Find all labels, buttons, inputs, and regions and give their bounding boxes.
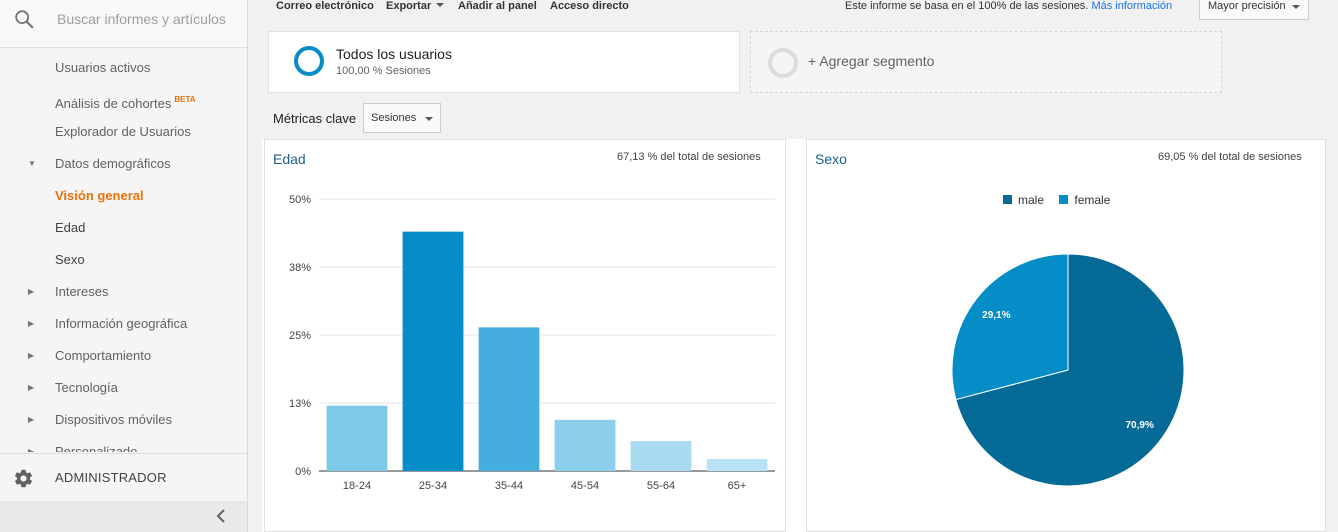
export-button[interactable]: Exportar xyxy=(386,0,445,12)
gender-panel-pct: 69,05 % del total de sesiones xyxy=(1158,151,1302,163)
search-input[interactable] xyxy=(57,9,237,29)
caret-down-icon xyxy=(1292,5,1300,9)
sidebar-item-custom[interactable]: ▶ Personalizado xyxy=(0,440,247,452)
sidebar-item-mobile[interactable]: ▶ Dispositivos móviles xyxy=(0,404,247,436)
sidebar-item-technology[interactable]: ▶ Tecnología xyxy=(0,372,247,404)
admin-button[interactable]: ADMINISTRADOR xyxy=(0,453,247,501)
x-tick-label: 25-34 xyxy=(419,480,447,492)
gender-pie-chart: 70,9% 29,1% xyxy=(951,253,1185,487)
bar-18-24[interactable] xyxy=(326,405,388,471)
collapse-sidebar-button[interactable] xyxy=(0,501,247,532)
admin-label: ADMINISTRADOR xyxy=(55,470,167,485)
x-tick-label: 18-24 xyxy=(343,480,371,492)
segment-all-users[interactable]: Todos los usuarios 100,00 % Sesiones xyxy=(268,31,740,93)
gender-panel: Sexo 69,05 % del total de sesiones male … xyxy=(806,139,1326,532)
age-bar-chart: 50% 38% 25% 13% 0% 18-24 25-34 35-44 45-54 55-64 6… xyxy=(289,194,775,492)
sidebar-item-gender[interactable]: Sexo xyxy=(0,244,247,276)
bar-65+[interactable] xyxy=(706,459,768,471)
legend-swatch xyxy=(1003,195,1012,204)
gender-legend: male female xyxy=(1003,193,1122,207)
bar-55-64[interactable] xyxy=(630,441,692,471)
y-tick-label: 38% xyxy=(289,262,311,274)
y-tick-label: 25% xyxy=(289,330,311,342)
x-tick-label: 55-64 xyxy=(647,480,675,492)
empty-segment-ring-icon xyxy=(768,48,798,78)
sidebar-item-active-users[interactable]: Usuarios activos xyxy=(0,52,247,84)
collapsed-triangle-icon: ▶ xyxy=(28,287,35,296)
y-tick-label: 13% xyxy=(289,398,311,410)
collapsed-triangle-icon: ▶ xyxy=(28,447,35,452)
age-panel: Edad 67,13 % del total de sesiones 50% 38… xyxy=(264,139,786,532)
email-button[interactable]: Correo electrónico xyxy=(276,0,374,12)
sidebar-item-behavior[interactable]: ▶ Comportamiento xyxy=(0,340,247,372)
more-info-link[interactable]: Más información xyxy=(1091,0,1172,12)
bar-25-34[interactable] xyxy=(402,231,464,471)
key-metrics-label: Métricas clave xyxy=(273,111,357,126)
caret-down-icon xyxy=(436,3,445,7)
collapsed-triangle-icon: ▶ xyxy=(28,319,35,328)
sampling-note: Este informe se basa en el 100% de las s… xyxy=(845,0,1173,12)
precision-select[interactable]: Mayor precisión xyxy=(1199,0,1309,20)
sidebar-nav: Usuarios activos Análisis de cohortes BET… xyxy=(0,52,247,436)
bar-35-44[interactable] xyxy=(478,327,540,471)
legend-swatch xyxy=(1059,195,1069,204)
sidebar-item-age[interactable]: Edad xyxy=(0,212,247,244)
segment-subtitle: 100,00 % Sesiones xyxy=(336,65,431,77)
shortcut-button[interactable]: Acceso directo xyxy=(550,0,629,12)
sidebar-item-overview[interactable]: Visión general xyxy=(0,180,247,212)
y-tick-label: 0% xyxy=(295,466,311,478)
caret-down-icon xyxy=(425,117,433,121)
x-tick-label: 35-44 xyxy=(495,480,523,492)
search-icon[interactable] xyxy=(13,8,35,30)
age-panel-title: Edad xyxy=(273,151,306,167)
collapsed-triangle-icon: ▶ xyxy=(28,415,35,424)
collapsed-triangle-icon: ▶ xyxy=(28,351,35,360)
pie-label-male: 70,9% xyxy=(1125,420,1153,431)
sidebar-item-interests[interactable]: ▶ Intereses xyxy=(0,276,247,308)
expanded-triangle-icon: ▼ xyxy=(28,159,36,168)
key-metrics-select[interactable]: Sesiones xyxy=(363,103,441,133)
sidebar-item-geo[interactable]: ▶ Información geográfica xyxy=(0,308,247,340)
segment-ring-icon xyxy=(294,46,324,76)
gear-icon xyxy=(14,469,33,488)
bar-45-54[interactable] xyxy=(554,419,616,471)
y-tick-label: 50% xyxy=(289,194,311,206)
segment-title: Todos los usuarios xyxy=(336,46,452,62)
sidebar-item-demographics[interactable]: ▼ Datos demográficos xyxy=(0,148,247,180)
legend-entry-male[interactable]: male xyxy=(1003,193,1044,207)
report-toolbar: Correo electrónico Exportar Añadir al pa… xyxy=(248,0,1338,24)
add-to-dashboard-button[interactable]: Añadir al panel xyxy=(458,0,537,12)
chevron-left-icon xyxy=(216,509,225,523)
sidebar-overflow: ▶ Personalizado xyxy=(0,440,247,452)
add-segment-button[interactable]: + Agregar segmento xyxy=(750,31,1222,93)
search-bar xyxy=(0,0,247,48)
x-tick-label: 45-54 xyxy=(571,480,599,492)
collapsed-triangle-icon: ▶ xyxy=(28,383,35,392)
beta-badge: BETA xyxy=(174,95,196,104)
pie-label-female: 29,1% xyxy=(982,310,1010,321)
sidebar: Usuarios activos Análisis de cohortesBET… xyxy=(0,0,248,532)
sidebar-item-user-explorer[interactable]: Explorador de Usuarios xyxy=(0,116,247,148)
x-tick-label: 65+ xyxy=(728,480,747,492)
add-segment-label: + Agregar segmento xyxy=(808,53,935,69)
sidebar-item-cohort-analysis[interactable]: Análisis de cohortes BETA xyxy=(0,84,247,116)
age-panel-pct: 67,13 % del total de sesiones xyxy=(617,151,761,163)
legend-entry-female[interactable]: female xyxy=(1059,193,1110,207)
gender-panel-title: Sexo xyxy=(815,151,847,167)
